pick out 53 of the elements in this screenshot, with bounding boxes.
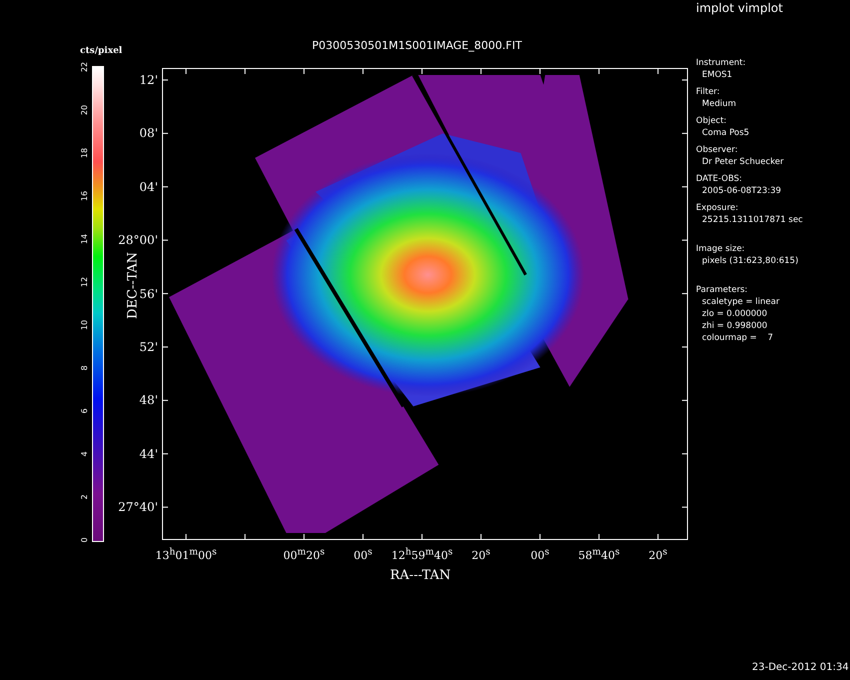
y-tick-label: 08' [138,126,158,140]
info-value: scaletype = linear [701,296,780,308]
colorbar-tick-label: 22 [80,60,90,74]
info-value: Coma Pos5 [701,127,750,139]
x-tick-label: 00$^{s}$ [530,546,550,562]
y-tick-label: 48' [138,393,158,408]
info-heading: Filter: [696,86,721,98]
colorbar-tick-label: 12 [80,276,90,289]
info-heading: DATE-OBS: [696,173,744,185]
colorbar-tick-label: 0 [80,536,90,545]
timestamp: 23-Dec-2012 01:34 [752,662,849,673]
info-heading: Parameters: [696,284,749,296]
colorbar-tick-label: 10 [80,318,90,332]
info-heading: Observer: [696,144,739,156]
colorbar-tick-label: 2 [80,493,90,502]
x-tick-label: 00$^{m}$20$^{s}$ [283,546,325,562]
colorbar-tick-label: 16 [80,190,90,203]
info-value: zlo = 0.000000 [701,308,768,320]
x-tick-label: 00$^{s}$ [354,546,372,562]
colorbar-tick-label: 4 [80,450,90,459]
plot-title: P0300530501M1S001IMAGE_8000.FIT [312,39,522,52]
colorbar-label: cts/pixel [80,46,122,56]
colorbar-tick-label: 18 [80,146,90,160]
info-value: pixels (31:623,80:615) [701,255,800,267]
info-value: 25215.1311017871 sec [701,214,803,226]
info-value: EMOS1 [701,69,734,81]
y-tick-label: 12' [138,73,158,87]
x-tick-label: 13$^{h}$01$^{m}$00$^{s}$ [155,546,217,562]
info-heading: Object: [696,115,728,127]
info-heading: Instrument: [696,57,747,69]
window-title: implot vimplot [696,1,783,15]
y-axis-label: DEC--TAN [126,251,140,321]
x-tick-label: 20$^{s}$ [472,546,490,562]
y-tick-label: 27°40' [117,500,158,514]
y-tick-label: 04' [138,180,158,194]
info-heading: Exposure: [696,202,740,214]
info-value: Dr Peter Schuecker [701,156,785,168]
colorbar-tick-label: 6 [80,407,90,416]
x-axis-label: RA---TAN [390,568,451,583]
info-heading: Image size: [696,243,746,255]
info-value: zhi = 0.998000 [701,320,768,332]
y-tick-label: 28°00' [117,233,158,248]
y-tick-label: 52' [138,340,158,354]
colorbar-tick-label: 8 [80,364,90,373]
info-value: Medium [701,98,737,110]
info-value: 2005-06-08T23:39 [701,185,782,197]
info-value: colourmap = 7 [701,332,774,344]
x-tick-label: 20$^{s}$ [648,546,668,562]
y-tick-label: 44' [138,446,158,461]
colorbar-tick-label: 20 [80,104,90,117]
x-tick-label: 58$^{m}$40$^{s}$ [578,546,620,562]
colorbar-tick-label: 14 [80,232,90,246]
x-tick-label: 12$^{h}$59$^{m}$40$^{s}$ [391,546,453,562]
